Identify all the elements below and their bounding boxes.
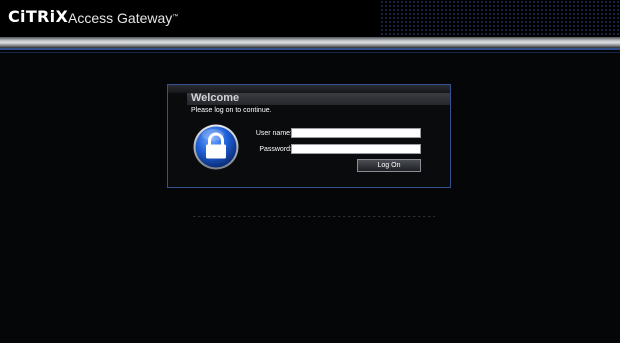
password-label: Password: [259, 146, 292, 153]
password-field[interactable] [291, 144, 421, 154]
header-bar: CiTRiX Access Gateway™ [0, 0, 620, 37]
decorative-dashed-line [193, 216, 435, 217]
product-name: Access Gateway [68, 10, 173, 26]
username-field[interactable] [291, 128, 421, 138]
welcome-subtitle: Please log on to continue. [191, 107, 272, 114]
log-on-button[interactable]: Log On [357, 159, 421, 172]
login-panel: Welcome Please log on to continue. User … [167, 84, 451, 188]
product-title: Access Gateway™ [68, 11, 178, 25]
accent-divider-line [0, 48, 620, 50]
citrix-logo: CiTRiX [8, 7, 69, 26]
username-label: User name: [255, 130, 292, 137]
header-dot-pattern [380, 0, 620, 37]
metallic-divider [0, 37, 620, 48]
accent-divider-line-thin [0, 52, 620, 53]
welcome-title: Welcome [191, 92, 240, 104]
trademark-mark: ™ [172, 14, 179, 20]
